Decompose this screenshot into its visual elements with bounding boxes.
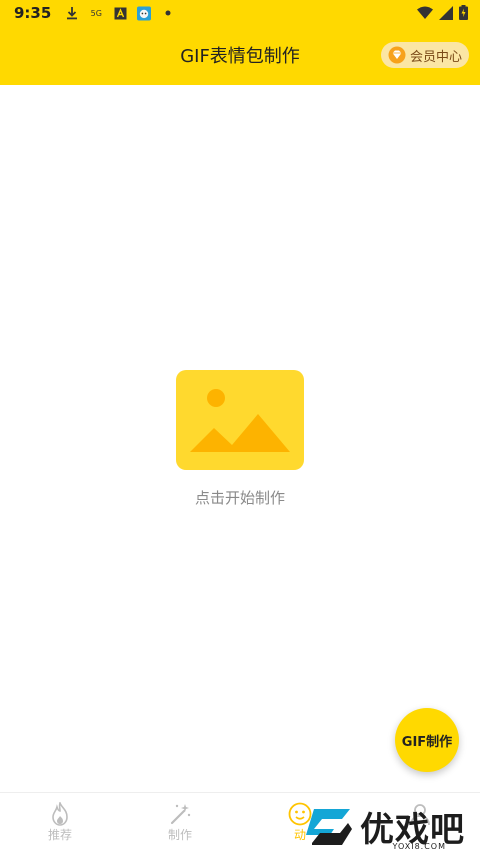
notification-dot-icon — [161, 6, 175, 20]
diamond-icon — [388, 46, 406, 64]
tab-make-label: 制作 — [167, 828, 192, 842]
watermark-mark-icon — [306, 808, 352, 845]
network-5g-icon: 5G — [90, 8, 102, 18]
watermark-subtext: YOXI8.COM — [392, 842, 446, 851]
battery-icon — [459, 5, 468, 24]
top-app-bar: 9:35 5G GIF表情包制作 会员中心 — [0, 0, 480, 85]
status-time: 9:35 — [14, 4, 52, 22]
status-right-group — [417, 5, 468, 24]
vip-center-label: 会员中心 — [409, 49, 462, 65]
magic-wand-icon — [168, 802, 192, 826]
wifi-icon — [417, 5, 433, 24]
tab-recommend-label: 推荐 — [47, 828, 72, 842]
download-icon — [65, 6, 79, 20]
watermark-logo: 优戏吧 YOXI8.COM — [300, 800, 480, 853]
vip-center-button[interactable]: 会员中心 — [381, 42, 469, 68]
tab-make[interactable]: 制作 — [120, 793, 240, 853]
gif-make-fab[interactable]: GIF制作 — [395, 708, 459, 772]
flame-icon — [48, 802, 72, 826]
status-bar: 9:35 5G — [0, 0, 480, 26]
app-face-icon — [137, 6, 152, 20]
image-placeholder-icon[interactable] — [176, 370, 304, 470]
app-a-icon — [113, 6, 127, 20]
cell-signal-icon — [439, 5, 453, 24]
empty-state-text[interactable]: 点击开始制作 — [0, 487, 480, 508]
tab-recommend[interactable]: 推荐 — [0, 793, 120, 853]
